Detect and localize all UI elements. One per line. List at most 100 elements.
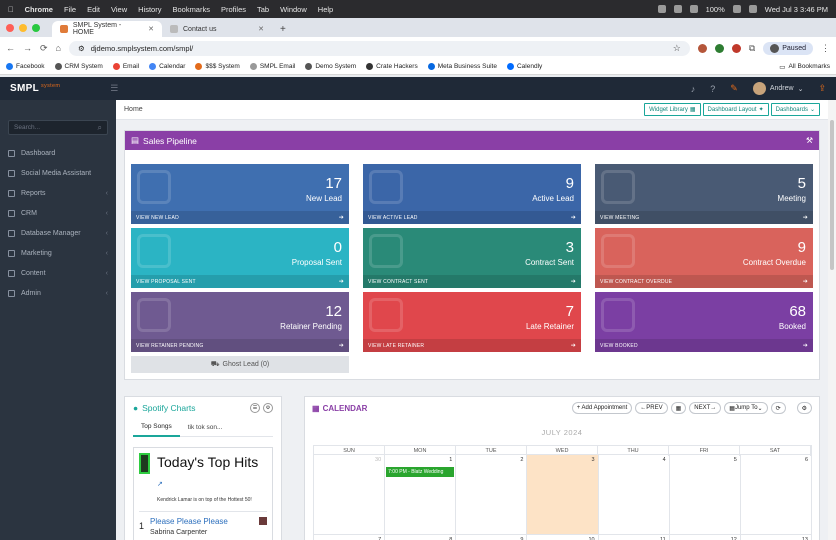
zoom-window-button[interactable] (32, 23, 40, 32)
app-menu[interactable]: Chrome (25, 5, 53, 14)
extensions-puzzle-icon[interactable]: ⧉ (749, 43, 755, 54)
close-window-button[interactable] (6, 23, 14, 32)
url-input[interactable]: ⚙ djdemo.smplsystem.com/smpl/ ☆ (68, 40, 690, 56)
pipeline-tile[interactable]: 12 Retainer Pending VIEW RETAINER PENDING ➔ (131, 292, 349, 352)
jump-to-dropdown[interactable]: ▦ Jump To ⌄ (724, 402, 768, 414)
sidebar-item-social-media[interactable]: Social Media Assistant (0, 163, 116, 183)
calendar-day[interactable]: 8 (385, 535, 457, 540)
extension-icon[interactable] (714, 43, 724, 53)
reload-icon[interactable]: ⟳ (40, 43, 48, 54)
search-icon[interactable]: ⌕ (98, 123, 102, 133)
apple-icon[interactable]:  (8, 5, 14, 14)
bookmark-money-system[interactable]: $$$ System (195, 63, 240, 70)
bookmark-calendar[interactable]: Calendar (149, 63, 185, 70)
status-icon[interactable] (673, 5, 682, 13)
tab-tiktok-songs[interactable]: tik tok son... (180, 419, 231, 437)
calendar-day[interactable]: 30 (314, 455, 386, 535)
tile-link[interactable]: VIEW PROPOSAL SENT ➔ (131, 275, 349, 288)
bookmark-crm-system[interactable]: CRM System (54, 63, 103, 70)
calendar-day[interactable]: 7 (314, 535, 386, 540)
bookmark-facebook[interactable]: Facebook (6, 63, 45, 70)
settings-button[interactable]: ⚙ (796, 402, 812, 414)
pipeline-tile[interactable]: 9 Active Lead VIEW ACTIVE LEAD ➔ (363, 164, 581, 224)
scrollbar-thumb[interactable] (830, 120, 834, 270)
pipeline-tile[interactable]: 5 Meeting VIEW MEETING ➔ (595, 164, 813, 224)
calendar-picker-button[interactable]: ▦ (670, 402, 687, 414)
control-center-icon[interactable] (748, 5, 757, 13)
back-icon[interactable]: ← (6, 43, 15, 53)
new-tab-button[interactable]: + (272, 21, 294, 37)
sidebar-search-input[interactable]: Search... ⌕ (8, 120, 108, 135)
sidebar-item-crm[interactable]: CRM ‹ (0, 203, 116, 223)
user-menu[interactable]: Andrew ⌄ (752, 82, 803, 95)
calendar-day[interactable]: 5 (669, 455, 741, 535)
calendar-day[interactable]: 10 (527, 535, 599, 540)
calendar-day[interactable]: 9 (456, 535, 528, 540)
close-tab-icon[interactable]: ✕ (148, 25, 154, 33)
minimize-window-button[interactable] (19, 23, 27, 32)
pipeline-tile[interactable]: 7 Late Retainer VIEW LATE RETAINER ➔ (363, 292, 581, 352)
calendar-day[interactable]: 6 (740, 455, 812, 535)
all-bookmarks[interactable]: ▭ All Bookmarks (779, 63, 830, 71)
menu-view[interactable]: View (111, 5, 127, 14)
gear-icon[interactable]: ⚙ (263, 403, 273, 413)
close-tab-icon[interactable]: ✕ (258, 25, 264, 33)
ghost-lead-button[interactable]: ⛟ Ghost Lead (0) (131, 356, 349, 373)
tile-link[interactable]: VIEW MEETING ➔ (595, 211, 813, 224)
bookmark-meta-business[interactable]: Meta Business Suite (427, 63, 497, 70)
calendar-day[interactable]: 2 (456, 455, 528, 535)
add-appointment-button[interactable]: + Add Appointment (571, 402, 633, 414)
bookmark-calendly[interactable]: Calendly (506, 63, 542, 70)
bluetooth-icon[interactable] (689, 5, 698, 13)
extension-icon[interactable] (731, 43, 741, 53)
tile-link[interactable]: VIEW CONTRACT OVERDUE ➔ (595, 275, 813, 288)
bookmark-email[interactable]: Email (112, 63, 139, 70)
sidebar-toggle-icon[interactable]: ☰ (110, 83, 118, 94)
list-icon[interactable]: ☰ (250, 403, 260, 413)
bell-icon[interactable]: ♪ (691, 84, 696, 94)
external-link-icon[interactable]: ↗ (157, 481, 163, 488)
tile-link[interactable]: VIEW BOOKED ➔ (595, 339, 813, 352)
pipeline-tile[interactable]: 9 Contract Overdue VIEW CONTRACT OVERDUE ➔ (595, 228, 813, 288)
calendar-day[interactable]: 13 (741, 535, 812, 540)
widget-library-button[interactable]: Widget Library ▦ (644, 103, 701, 116)
sidebar-item-reports[interactable]: Reports ‹ (0, 183, 116, 203)
calendar-event[interactable]: 7:00 PM - Blatz Wedding (386, 467, 455, 477)
export-icon[interactable]: ⇪ (818, 83, 826, 94)
bookmark-star-icon[interactable]: ☆ (673, 43, 681, 54)
dashboards-dropdown[interactable]: Dashboards ⌄ (770, 103, 820, 116)
list-item[interactable]: 1 Please Please Please Sabrina Carpenter (139, 511, 267, 536)
tab-top-songs[interactable]: Top Songs (133, 419, 180, 437)
site-info-icon[interactable]: ⚙ (78, 44, 85, 53)
calendar-day[interactable]: 1 7:00 PM - Blatz Wedding (385, 455, 457, 535)
profile-button[interactable]: Paused (763, 41, 813, 55)
wrench-icon[interactable]: ⚒ (806, 136, 813, 145)
wifi-icon[interactable] (732, 5, 741, 13)
status-icon[interactable] (657, 5, 666, 13)
tile-link[interactable]: VIEW CONTRACT SENT ➔ (363, 275, 581, 288)
bookmark-demo-system[interactable]: Demo System (305, 63, 356, 70)
menu-bookmarks[interactable]: Bookmarks (172, 5, 210, 14)
pipeline-tile[interactable]: 68 Booked VIEW BOOKED ➔ (595, 292, 813, 352)
pipeline-tile[interactable]: 17 New Lead VIEW NEW LEAD ➔ (131, 164, 349, 224)
pipeline-tile[interactable]: 0 Proposal Sent VIEW PROPOSAL SENT ➔ (131, 228, 349, 288)
sidebar-item-database[interactable]: Database Manager ‹ (0, 223, 116, 243)
tile-link[interactable]: VIEW NEW LEAD ➔ (131, 211, 349, 224)
refresh-button[interactable]: ⟳ (770, 402, 786, 414)
tile-link[interactable]: VIEW RETAINER PENDING ➔ (131, 339, 349, 352)
track-title[interactable]: Please Please Please (150, 517, 228, 526)
tile-link[interactable]: VIEW ACTIVE LEAD ➔ (363, 211, 581, 224)
prev-button[interactable]: ← PREV (635, 402, 668, 414)
clock[interactable]: Wed Jul 3 3:46 PM (765, 5, 828, 14)
sidebar-item-admin[interactable]: Admin ‹ (0, 283, 116, 303)
playlist-thumbnail[interactable] (139, 453, 150, 474)
menu-edit[interactable]: Edit (87, 5, 100, 14)
menu-tab[interactable]: Tab (257, 5, 269, 14)
dashboard-layout-button[interactable]: Dashboard Layout ✦ (702, 103, 769, 116)
calendar-day[interactable]: 12 (670, 535, 741, 540)
menu-file[interactable]: File (64, 5, 76, 14)
menu-history[interactable]: History (138, 5, 161, 14)
app-logo[interactable]: SMPL system (10, 83, 60, 94)
home-icon[interactable]: ⌂ (56, 43, 61, 53)
help-icon[interactable]: ? (710, 84, 715, 94)
